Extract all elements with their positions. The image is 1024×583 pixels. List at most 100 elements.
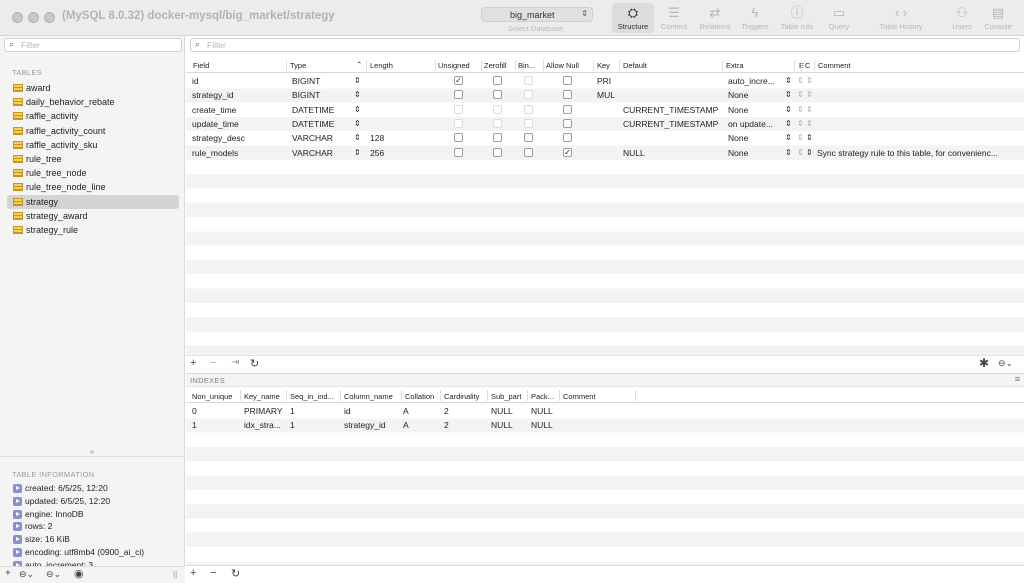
zerofill-checkbox[interactable] <box>493 133 502 143</box>
column-header-bin[interactable]: Bin... <box>518 61 535 70</box>
index-column-header[interactable]: Non_unique <box>192 392 232 401</box>
binary-checkbox[interactable] <box>524 104 533 114</box>
field-row[interactable]: rule_models VARCHAR ⇕ 256 ✓ NULL None ⇕ ⇕ ⇕ Sync s… <box>186 146 1024 160</box>
refresh-button[interactable]: ↻ <box>250 357 259 370</box>
binary-checkbox[interactable] <box>524 133 533 143</box>
field-type[interactable]: VARCHAR <box>292 133 333 143</box>
column-separator[interactable] <box>240 390 241 401</box>
index-column-header[interactable]: Seq_in_ind... <box>290 392 334 401</box>
zerofill-checkbox[interactable] <box>493 90 502 100</box>
column-separator[interactable] <box>435 60 436 71</box>
sidebar-table-strategy-rule[interactable]: strategy_rule <box>7 223 179 237</box>
column-header-default[interactable]: Default <box>623 61 647 70</box>
remove-field-button[interactable]: − <box>210 357 216 369</box>
column-header-type[interactable]: Type <box>290 61 306 70</box>
toolbar-structure-button[interactable]: ⛭ Structure <box>612 3 654 33</box>
field-name[interactable]: strategy_desc <box>192 133 245 143</box>
column-header-c[interactable]: C <box>805 61 810 70</box>
column-separator[interactable] <box>286 390 287 401</box>
column-separator[interactable] <box>593 60 594 71</box>
updown-chevron-icon[interactable]: ⇕ <box>797 104 804 115</box>
field-type[interactable]: BIGINT <box>292 90 320 100</box>
updown-chevron-icon[interactable]: ⇕ <box>797 132 804 143</box>
allow-null-checkbox[interactable] <box>563 118 572 128</box>
toolbar-console-button[interactable]: ▤ Console <box>983 3 1013 33</box>
field-type[interactable]: BIGINT <box>292 76 320 86</box>
unsigned-checkbox[interactable]: ✓ <box>454 76 463 85</box>
column-separator[interactable] <box>340 390 341 401</box>
column-separator[interactable] <box>543 60 544 71</box>
remove-index-button[interactable]: − <box>210 567 216 579</box>
zerofill-checkbox[interactable] <box>493 104 502 114</box>
field-extra[interactable]: None <box>728 133 784 143</box>
toolbar-table-history-button[interactable]: ‹ › Table History <box>875 3 927 33</box>
updown-chevron-icon[interactable]: ⇕ <box>354 132 361 143</box>
refresh-indexes-button[interactable]: ↻ <box>231 567 240 580</box>
field-default[interactable]: CURRENT_TIMESTAMP <box>623 105 718 115</box>
updown-chevron-icon[interactable]: ⇕ <box>797 75 804 86</box>
index-column-header[interactable]: Column_name <box>344 392 393 401</box>
field-row[interactable]: id BIGINT ⇕ ✓ PRI auto_incre... ⇕ ⇕ ⇕ <box>186 74 1024 88</box>
filter-options-button[interactable]: ⊖⌄ <box>46 569 61 580</box>
sidebar-table-strategy-award[interactable]: strategy_award <box>7 209 179 223</box>
column-separator[interactable] <box>722 60 723 71</box>
sidebar-table-rule-tree[interactable]: rule_tree <box>7 152 179 166</box>
sidebar-table-rule-tree-node-line[interactable]: rule_tree_node_line <box>7 180 179 194</box>
field-default[interactable]: CURRENT_TIMESTAMP <box>623 119 718 129</box>
add-table-button[interactable]: + <box>5 568 11 579</box>
toolbar-users-button[interactable]: ⚇ Users <box>947 3 977 33</box>
binary-checkbox[interactable] <box>524 76 533 85</box>
field-name[interactable]: update_time <box>192 119 239 129</box>
column-separator[interactable] <box>286 60 287 71</box>
index-column-header[interactable]: Pack... <box>531 392 554 401</box>
column-header-field[interactable]: Field <box>193 61 209 70</box>
updown-chevron-icon[interactable]: ⇕ <box>797 89 804 100</box>
updown-chevron-icon[interactable]: ⇕ <box>806 104 813 115</box>
add-field-button[interactable]: + <box>190 357 196 369</box>
column-separator[interactable] <box>619 60 620 71</box>
sidebar-table-rule-tree-node[interactable]: rule_tree_node <box>7 166 179 180</box>
field-extra[interactable]: auto_incre... <box>728 76 784 86</box>
field-name[interactable]: rule_models <box>192 148 238 158</box>
toolbar-content-button[interactable]: ☰ Content <box>657 3 691 33</box>
binary-checkbox[interactable] <box>524 90 533 100</box>
zoom-window-button[interactable] <box>44 12 55 23</box>
table-filter-input[interactable]: ⌕ Filter <box>4 38 182 52</box>
unsigned-checkbox[interactable] <box>454 133 463 143</box>
column-header-unsigned[interactable]: Unsigned <box>438 61 470 70</box>
field-length[interactable]: 128 <box>370 133 384 143</box>
column-separator[interactable] <box>635 390 636 401</box>
field-row[interactable]: create_time DATETIME ⇕ CURRENT_TIMESTAMP Non… <box>186 103 1024 117</box>
updown-chevron-icon[interactable]: ⇕ <box>354 118 361 129</box>
unsigned-checkbox[interactable] <box>454 90 463 100</box>
updown-chevron-icon[interactable]: ⇕ <box>806 132 813 143</box>
index-row[interactable]: 0 PRIMARY 1 id A 2 NULL NULL <box>186 404 1024 418</box>
updown-chevron-icon[interactable]: ⇕ <box>785 75 792 86</box>
unsigned-checkbox[interactable] <box>454 147 463 157</box>
index-row[interactable]: 1 idx_stra... 1 strategy_id A 2 NULL NULL <box>186 418 1024 432</box>
field-type[interactable]: DATETIME <box>292 119 334 129</box>
zerofill-checkbox[interactable] <box>493 76 502 85</box>
gear-icon[interactable]: ✱ <box>979 356 989 370</box>
sidebar-table-raffle-activity[interactable]: raffle_activity <box>7 109 179 123</box>
zerofill-checkbox[interactable] <box>493 147 502 157</box>
field-row[interactable]: strategy_id BIGINT ⇕ MUL None ⇕ ⇕ ⇕ <box>186 88 1024 102</box>
field-default[interactable]: NULL <box>623 148 645 158</box>
eye-icon[interactable]: ◉ <box>74 567 84 580</box>
binary-checkbox[interactable] <box>524 118 533 128</box>
field-type[interactable]: VARCHAR <box>292 148 333 158</box>
updown-chevron-icon[interactable]: ⇕ <box>354 89 361 100</box>
field-name[interactable]: id <box>192 76 199 86</box>
allow-null-checkbox[interactable] <box>563 90 572 100</box>
allow-null-checkbox[interactable] <box>563 104 572 114</box>
updown-chevron-icon[interactable]: ⇕ <box>806 118 813 129</box>
duplicate-field-button[interactable]: ⇥ <box>231 357 239 368</box>
split-handle[interactable] <box>90 450 94 454</box>
index-column-header[interactable]: Cardinality <box>444 392 479 401</box>
index-column-header[interactable]: Key_name <box>244 392 280 401</box>
unsigned-checkbox[interactable] <box>454 104 463 114</box>
column-separator[interactable] <box>401 390 402 401</box>
updown-chevron-icon[interactable]: ⇕ <box>797 118 804 129</box>
field-type[interactable]: DATETIME <box>292 105 334 115</box>
field-extra[interactable]: None <box>728 148 784 158</box>
